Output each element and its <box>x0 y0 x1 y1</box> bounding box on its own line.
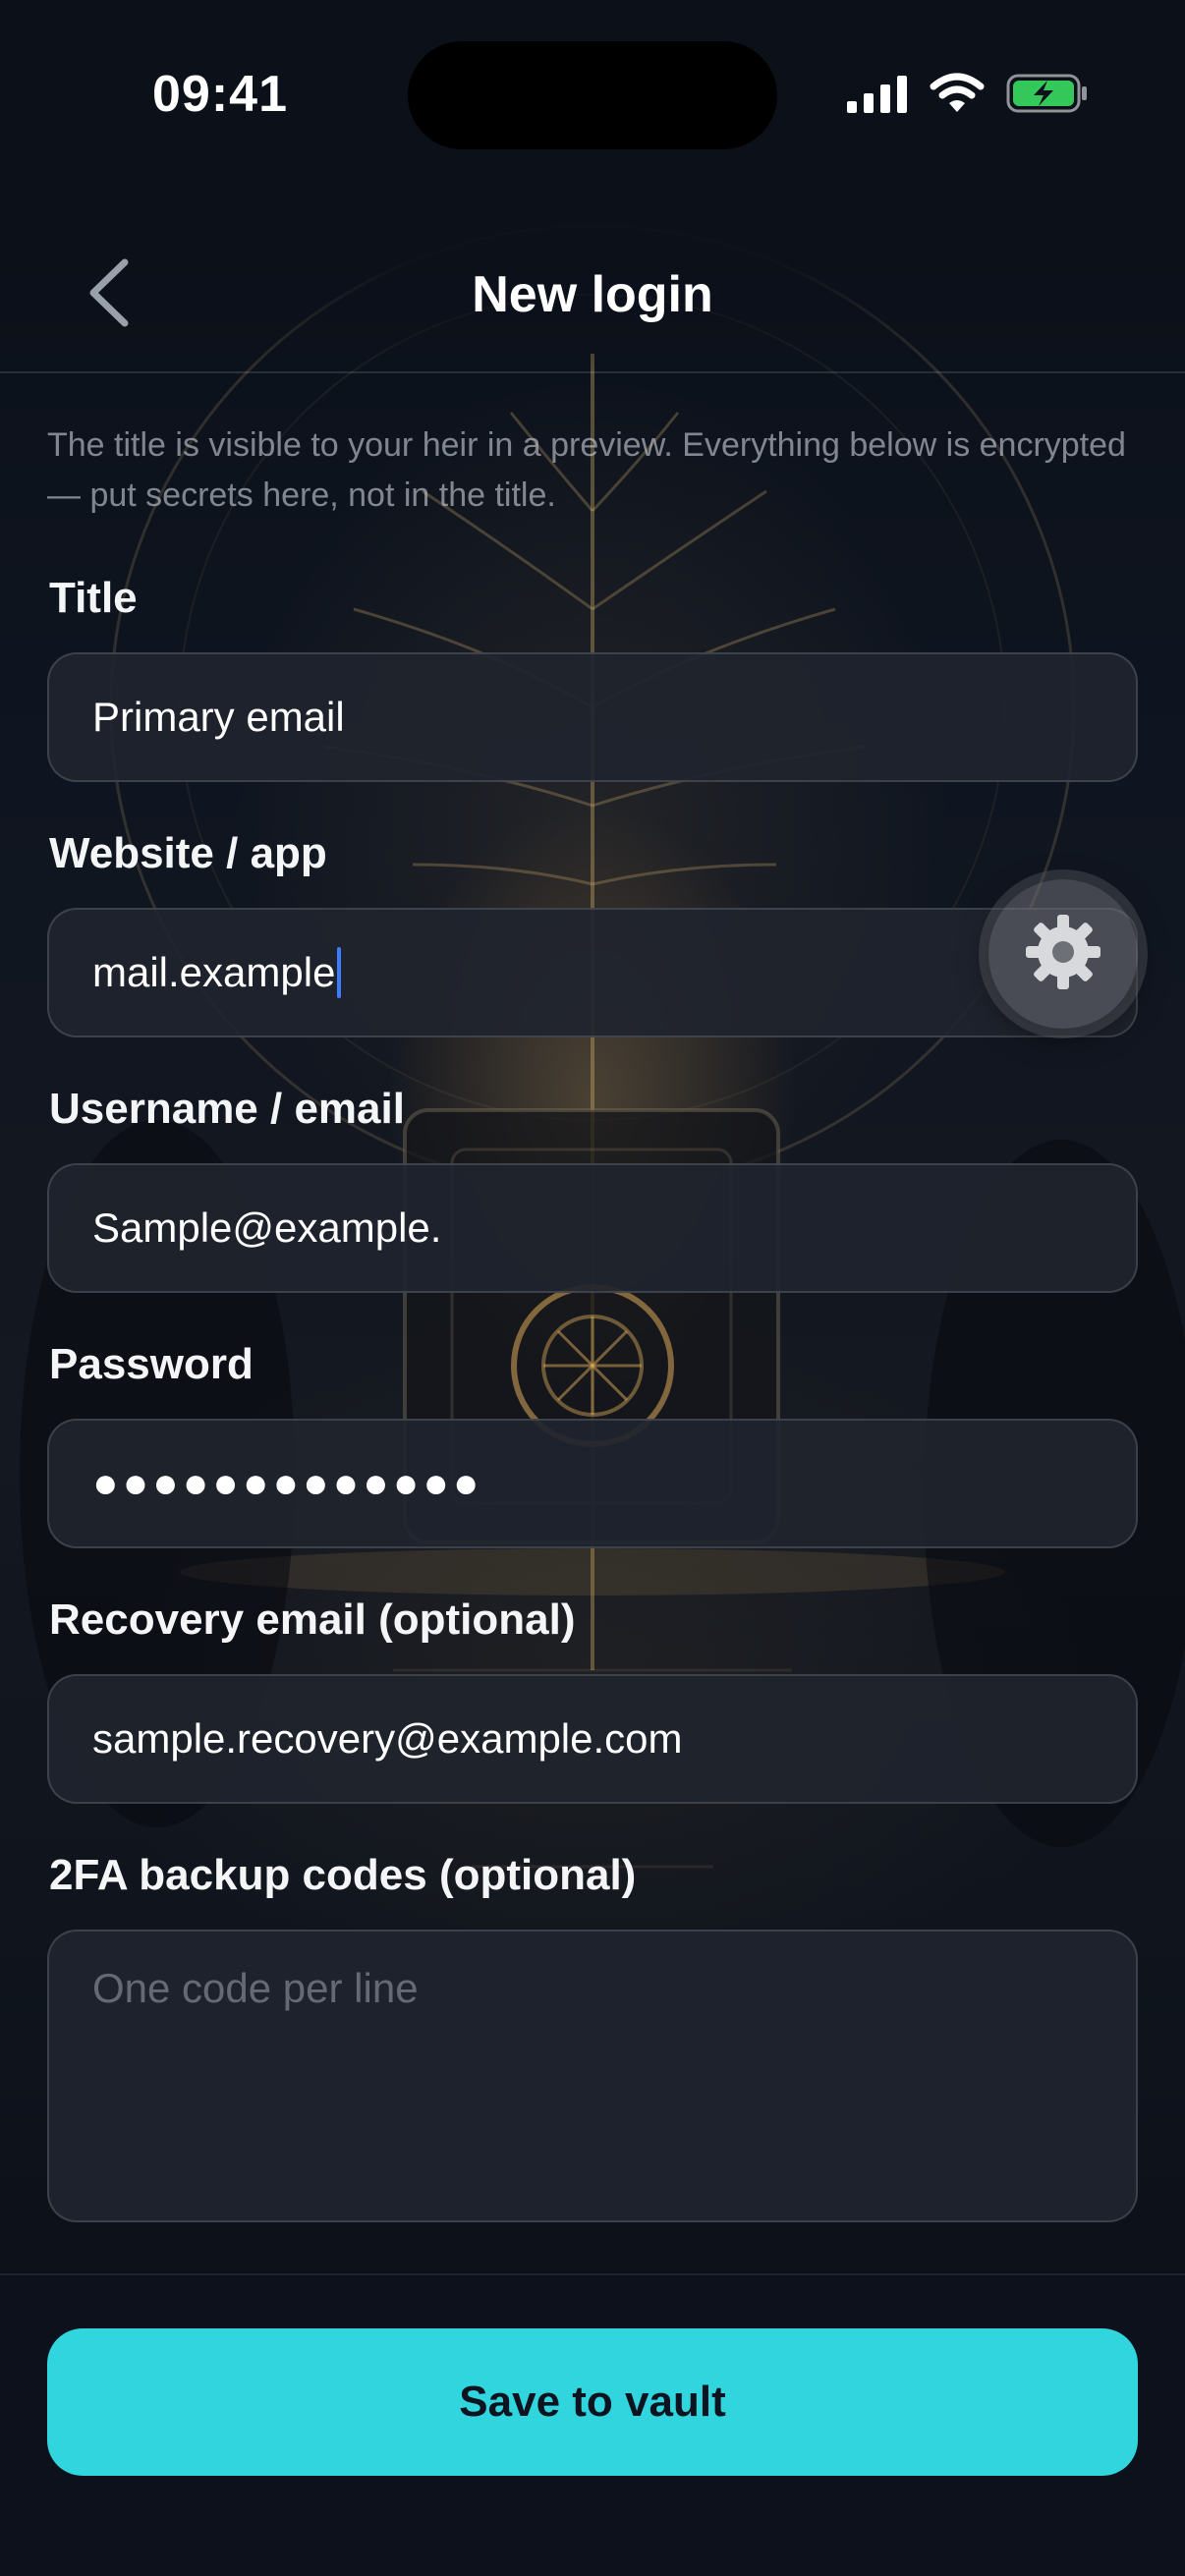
password-label: Password <box>49 1340 254 1388</box>
navigation-bar: New login <box>0 216 1185 373</box>
website-label: Website / app <box>49 829 327 877</box>
backup-codes-textarea[interactable]: One code per line <box>47 1930 1138 2222</box>
status-bar: 09:41 <box>0 0 1185 187</box>
username-label: Username / email <box>49 1085 405 1133</box>
text-caret <box>337 947 342 998</box>
recovery-email-input[interactable]: sample.recovery@example.com <box>47 1674 1138 1804</box>
dynamic-island <box>408 41 777 149</box>
title-label: Title <box>49 574 138 622</box>
website-value: mail.example <box>92 949 336 995</box>
status-icons <box>847 73 1089 118</box>
save-to-vault-button[interactable]: Save to vault <box>47 2328 1138 2476</box>
backup-codes-label: 2FA backup codes (optional) <box>49 1851 637 1899</box>
floating-settings-button[interactable] <box>988 879 1138 1029</box>
recovery-email-label: Recovery email (optional) <box>49 1596 576 1644</box>
password-input[interactable]: ●●●●●●●●●●●●● <box>47 1419 1138 1548</box>
title-input[interactable]: Primary email <box>47 652 1138 782</box>
status-time: 09:41 <box>152 66 288 123</box>
username-value: Sample@example. <box>92 1204 442 1251</box>
helper-text: The title is visible to your heir in a p… <box>47 426 1126 514</box>
website-input[interactable]: mail.example <box>47 908 1138 1037</box>
page-title: New login <box>472 266 713 323</box>
backup-codes-placeholder: One code per line <box>92 1965 419 2011</box>
recovery-email-value: sample.recovery@example.com <box>92 1715 683 1762</box>
password-value: ●●●●●●●●●●●●● <box>92 1459 483 1507</box>
gear-icon <box>1024 913 1102 996</box>
title-value: Primary email <box>92 694 345 740</box>
nav-divider <box>0 371 1185 373</box>
signal-icon <box>847 74 908 118</box>
wifi-icon <box>930 73 985 119</box>
username-input[interactable]: Sample@example. <box>47 1163 1138 1293</box>
battery-charging-icon <box>1006 73 1089 119</box>
